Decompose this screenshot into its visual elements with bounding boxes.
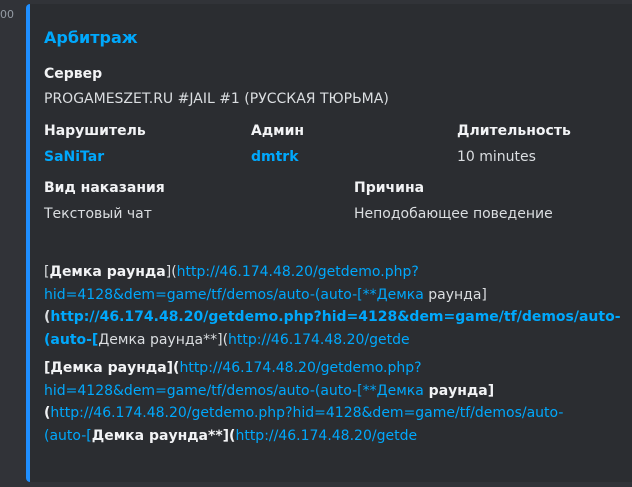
field-server-label: Сервер <box>44 66 103 82</box>
field-reason-value: Неподобающее поведение <box>354 206 553 222</box>
demo-link[interactable]: (auto-[ <box>44 428 92 444</box>
demo-link[interactable]: hid=4128&dem=game/tf/demos/auto-(auto-[*… <box>44 383 424 399</box>
desc2-line-4: (auto-[Демка раунда**](http://46.174.48.… <box>44 427 418 444</box>
embed-description-block-1: [Демка раунда](http://46.174.48.20/getde… <box>44 261 629 351</box>
chat-view: 00 Арбитраж Сервер PROGAMESZET.RU #JAIL … <box>0 0 632 487</box>
field-duration-value: 10 minutes <box>457 149 536 165</box>
desc1-line-3: (http://46.174.48.20/getdemo.php?hid=412… <box>44 309 621 325</box>
desc2-line-2: hid=4128&dem=game/tf/demos/auto-(auto-[*… <box>44 382 495 399</box>
desc1-line-4: (auto-[Демка раунда**](http://46.174.48.… <box>44 331 410 348</box>
field-punishment-label: Вид наказания <box>44 180 165 196</box>
field-admin-label: Админ <box>251 123 305 139</box>
demo-link[interactable]: (auto-[ <box>44 332 98 348</box>
desc2-line-1: [Демка раунда](http://46.174.48.20/getde… <box>44 360 422 376</box>
field-duration-label: Длительность <box>457 123 571 139</box>
desc1-line-1: [Демка раунда](http://46.174.48.20/getde… <box>44 264 419 280</box>
field-admin-link[interactable]: dmtrk <box>251 149 299 165</box>
demo-link[interactable]: http://46.174.48.20/getdemo.php?hid=4128… <box>50 405 563 421</box>
field-server-value: PROGAMESZET.RU #JAIL #1 (РУССКАЯ ТЮРЬМА) <box>44 91 389 107</box>
field-reason-label: Причина <box>354 180 425 196</box>
message-timestamp: 00 <box>0 8 14 21</box>
demo-link[interactable]: http://46.174.48.20/getdemo.php? <box>177 264 419 280</box>
desc2-line-3: (http://46.174.48.20/getdemo.php?hid=412… <box>44 405 564 421</box>
field-punishment-value: Текстовый чат <box>44 206 152 222</box>
embed-card: Арбитраж Сервер PROGAMESZET.RU #JAIL #1 … <box>26 4 632 482</box>
demo-link[interactable]: http://46.174.48.20/getdemo.php?hid=4128… <box>50 309 620 325</box>
field-violator-label: Нарушитель <box>44 123 146 139</box>
embed-description-block-2: [Демка раунда](http://46.174.48.20/getde… <box>44 357 629 447</box>
embed-title: Арбитраж <box>44 28 138 47</box>
demo-link[interactable]: hid=4128&dem=game/tf/demos/auto-(auto-[*… <box>44 287 377 303</box>
demo-link[interactable]: http://46.174.48.20/getdemo.php? <box>179 360 421 376</box>
demo-link[interactable]: http://46.174.48.20/getde <box>235 428 417 444</box>
embed-accent-bar <box>26 4 30 482</box>
demo-link[interactable]: http://46.174.48.20/getde <box>228 332 410 348</box>
field-violator-link[interactable]: SaNiTar <box>44 149 104 165</box>
desc1-line-2: hid=4128&dem=game/tf/demos/auto-(auto-[*… <box>44 286 487 303</box>
